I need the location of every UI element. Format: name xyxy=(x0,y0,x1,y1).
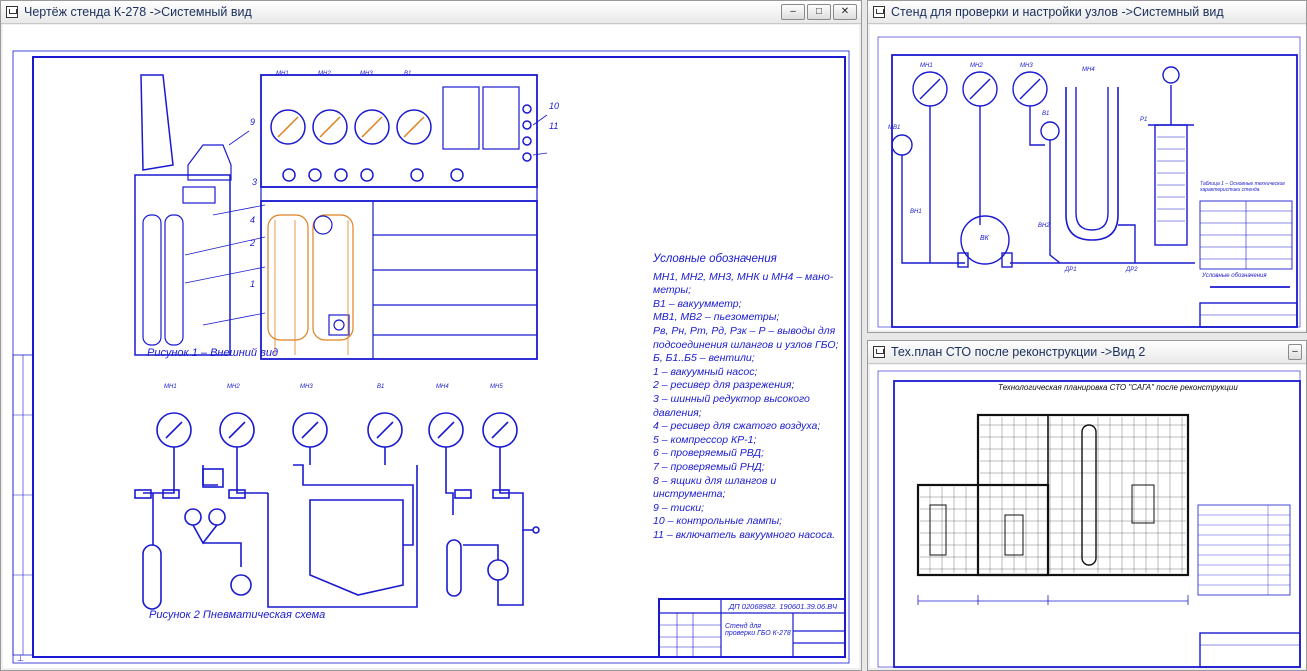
fig2-gauge-mn1: МН1 xyxy=(164,384,177,390)
legend-line: 3 – шинный редуктор высокого давления; xyxy=(653,392,810,419)
plan-building xyxy=(916,413,1190,577)
legend-line: 9 – тиски; xyxy=(653,501,705,514)
legend-line: Рв, Рн, Рт, Рд, Рзк – Р – выводы для под… xyxy=(653,324,839,351)
floorplan-canvas[interactable]: Технологическая планировка СТО "САГА" по… xyxy=(870,365,1306,668)
main-drawing-canvas[interactable]: ⊥ Рисунок 1 – Внешний вид Рисунок 2 Пнев… xyxy=(3,25,859,668)
schema-label-mn4: МН4 xyxy=(1082,67,1095,73)
minimize-button-2[interactable]: – xyxy=(1288,344,1302,360)
schema-label-p1: Р1 xyxy=(1140,117,1148,123)
gauge-panel xyxy=(260,74,538,188)
figure-1-gauges xyxy=(270,104,532,182)
callout-2: 2 xyxy=(250,238,256,248)
schema-table-note: Таблица 1 – Основные технические характе… xyxy=(1200,181,1286,193)
main-window-title: Чертёж стенда К-278 ->Системный вид xyxy=(24,5,252,19)
stand-schema-window[interactable]: Стенд для проверки и настройки узлов ->С… xyxy=(867,0,1307,333)
legend-block: Условные обозначения МН1, МН2, МН3, МНК … xyxy=(653,253,843,542)
fig1-caption: Рисунок 1 – Внешний вид xyxy=(147,347,279,359)
schema-label-mn3: МН3 xyxy=(1020,63,1033,69)
document-icon xyxy=(873,346,885,358)
main-drawing-window[interactable]: Чертёж стенда К-278 ->Системный вид – □ … xyxy=(0,0,862,671)
document-icon xyxy=(873,6,885,18)
fig2-gauge-mn3: МН3 xyxy=(300,384,313,390)
legend-line: Б, Б1..Б5 – вентили; xyxy=(653,352,755,365)
legend-line: 5 – компрессор КР-1; xyxy=(653,433,757,446)
stand-schema-titlebar[interactable]: Стенд для проверки и настройки узлов ->С… xyxy=(868,1,1306,24)
legend-line: МН1, МН2, МН3, МНК и МН4 – мано-метры; xyxy=(653,270,834,297)
floorplan-window[interactable]: Тех.план СТО после реконструкции ->Вид 2… xyxy=(867,340,1307,671)
receiver-2-symbol xyxy=(446,539,462,597)
legend-line: 8 – ящики для шлангов и инструмента; xyxy=(653,474,777,501)
schema-label-dr2: ДР2 xyxy=(1126,267,1138,273)
legend-line: 1 – вакуумный насос; xyxy=(653,365,758,378)
callout-4: 4 xyxy=(250,215,256,225)
reducer-3 xyxy=(313,215,333,235)
close-button[interactable]: ✕ xyxy=(833,4,857,20)
floorplan-svg xyxy=(877,370,1301,668)
cabinet-box xyxy=(182,186,216,204)
fig2-gauge-mn4: МН4 xyxy=(436,384,449,390)
filter-1 xyxy=(442,86,480,150)
schema-label-vn2: ВН2 xyxy=(1038,223,1050,229)
gauge-label-mn2-top: МН2 xyxy=(318,71,331,77)
stamp-title: Стенд для проверки ГБО К-278 xyxy=(725,623,791,637)
floorplan-titlebar[interactable]: Тех.план СТО после реконструкции ->Вид 2… xyxy=(868,341,1306,364)
gauge-label-mn3-top: МН3 xyxy=(360,71,373,77)
callout-1: 1 xyxy=(250,279,256,289)
gas-bottle-2 xyxy=(164,214,184,346)
main-window-titlebar[interactable]: Чертёж стенда К-278 ->Системный вид – □ … xyxy=(1,1,861,24)
maximize-button[interactable]: □ xyxy=(807,4,831,20)
fig2-caption: Рисунок 2 Пневматическая схема xyxy=(149,609,326,621)
stand-schema-title: Стенд для проверки и настройки узлов ->С… xyxy=(891,5,1224,19)
legend-line: 4 – ресивер для сжатого воздуха; xyxy=(653,420,821,433)
fig2-gauge-mn5: МН5 xyxy=(490,384,503,390)
schema-label-mv1: МВ1 xyxy=(888,125,901,131)
receiver-4 xyxy=(267,214,309,341)
legend-line: 11 – включатель вакуумного насоса. xyxy=(653,528,836,541)
filter-2 xyxy=(482,86,520,150)
document-icon xyxy=(6,6,18,18)
legend-line: 7 – проверяемый РНД; xyxy=(653,460,765,473)
equipment-table xyxy=(1197,504,1291,596)
schema-label-v1: В1 xyxy=(1042,111,1050,117)
schema-legend-label: Условные обозначения xyxy=(1202,273,1267,279)
schema-label-vn1: ВН1 xyxy=(910,209,922,215)
schema-label-dr1: ДР1 xyxy=(1065,267,1077,273)
legend-line: В1 – вакуумметр; xyxy=(653,297,742,310)
figure-2-pneumatic-schema xyxy=(134,412,540,610)
floorplan-title: Тех.план СТО после реконструкции ->Вид 2 xyxy=(891,345,1146,359)
receiver-2 xyxy=(312,214,354,341)
plan-title: Технологическая планировка СТО "САГА" по… xyxy=(998,383,1238,392)
callout-10: 10 xyxy=(549,101,560,111)
receiver-symbol xyxy=(142,544,162,610)
stand-schema-canvas[interactable]: МН1 МН2 МН3 МН4 МВ1 В1 ВК ДР1 ДР2 ВН1 ВН… xyxy=(870,25,1306,330)
minimize-button[interactable]: – xyxy=(781,4,805,20)
figure-1-external-view xyxy=(134,74,538,360)
legend-line: МВ1, МВ2 – пьезометры; xyxy=(653,311,780,324)
fig2-gauge-mn2: МН2 xyxy=(227,384,240,390)
legend-line: 10 – контрольные лампы; xyxy=(653,515,783,528)
fig2-gauge-v1: В1 xyxy=(377,384,385,390)
pump-1 xyxy=(328,314,350,336)
schema-label-mn1: МН1 xyxy=(920,63,933,69)
schema-label-vk: ВК xyxy=(980,235,989,242)
legend-line: 6 – проверяемый РВД; xyxy=(653,447,764,460)
callout-9: 9 xyxy=(250,117,256,127)
stand-lamp-hood xyxy=(140,74,174,171)
lift-symbol xyxy=(1081,424,1097,566)
legend-line: 2 – ресивер для разрежения; xyxy=(653,379,795,392)
legend-title: Условные обозначения xyxy=(653,253,777,265)
callout-11: 11 xyxy=(549,121,559,131)
schema-label-mn2: МН2 xyxy=(970,63,983,69)
panel-strip xyxy=(260,186,538,202)
callout-3: 3 xyxy=(252,177,258,187)
gauge-label-v1-top: В1 xyxy=(404,71,412,77)
stamp-document-code: ДП 02068982. 190601.39.06.ВЧ xyxy=(729,602,838,611)
gauge-label-mn1-top: МН1 xyxy=(276,71,289,77)
rnd-regulator-7 xyxy=(309,499,404,596)
u-tube xyxy=(1065,87,1119,241)
gas-bottle-1 xyxy=(142,214,162,346)
plan-sheet-frame xyxy=(893,380,1301,668)
svg-text:⊥: ⊥ xyxy=(17,654,24,663)
